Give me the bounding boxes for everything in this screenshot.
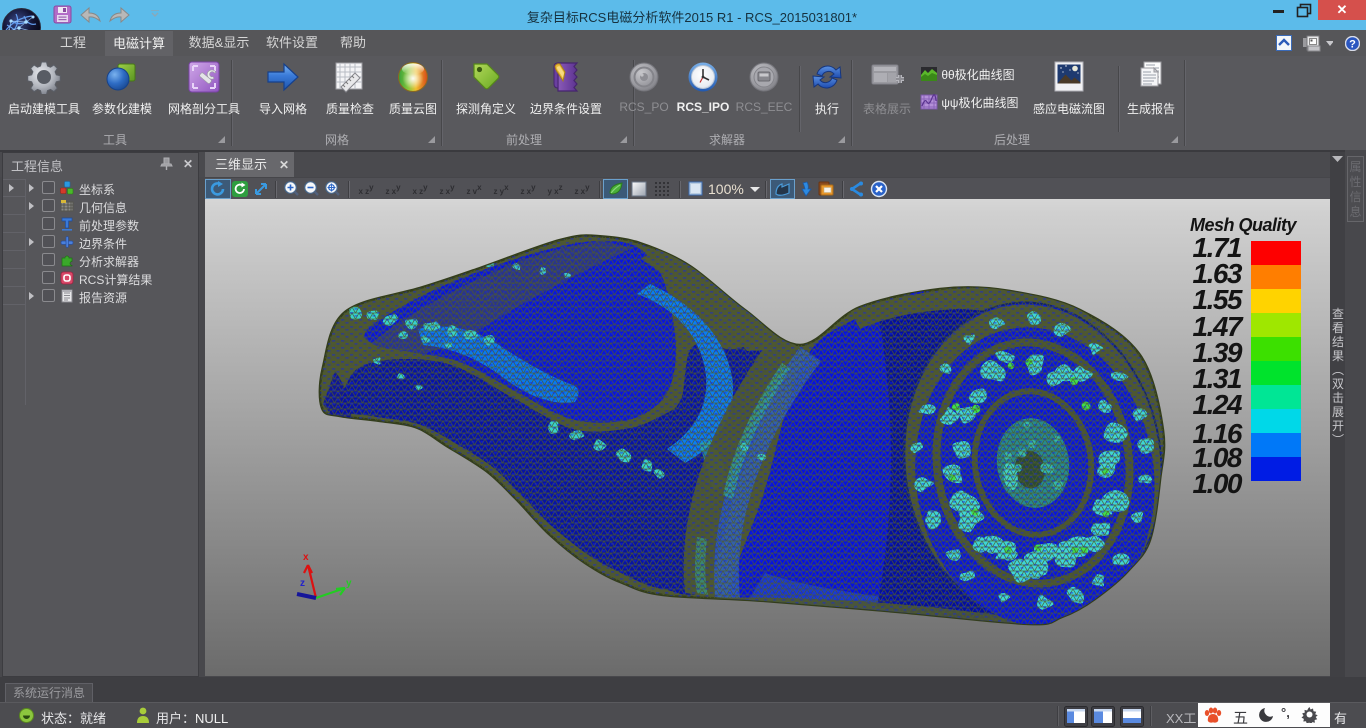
svg-text:x: x (303, 552, 309, 563)
svg-text:y: y (346, 578, 352, 589)
svg-text:z: z (300, 578, 305, 589)
svg-text:?: ? (1349, 39, 1356, 51)
